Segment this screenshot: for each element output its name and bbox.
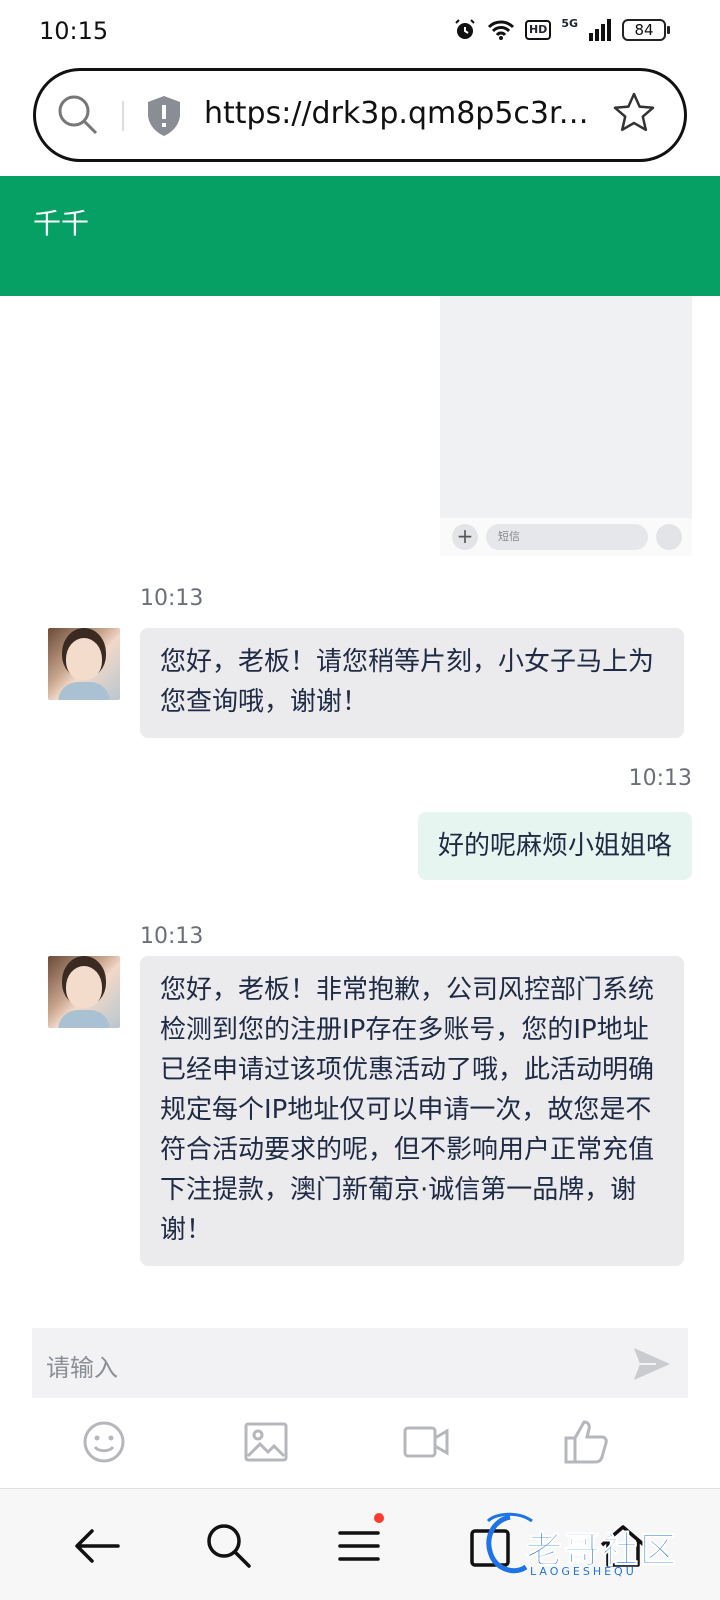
search-icon[interactable] xyxy=(202,1519,256,1573)
watermark-logo: 老哥社区 LAOGESHEQU xyxy=(486,1511,716,1581)
shared-screenshot-image[interactable]: + 短信 xyxy=(440,296,692,556)
watermark-subtext: LAOGESHEQU xyxy=(530,1565,637,1578)
message-bubble-incoming[interactable]: 您好，老板！请您稍等片刻，小女子马上为您查询哦，谢谢！ xyxy=(140,628,684,738)
chat-title: 千千 xyxy=(33,207,90,240)
message-timestamp: 10:13 xyxy=(140,924,204,949)
plus-icon: + xyxy=(452,524,478,550)
alarm-icon xyxy=(455,19,475,39)
video-icon[interactable] xyxy=(402,1418,450,1466)
bookmark-star-icon[interactable] xyxy=(612,91,656,135)
signal-icon xyxy=(589,19,611,41)
message-bubble-outgoing[interactable]: 好的呢麻烦小姐姐咯 xyxy=(417,812,692,880)
network-type: 5G xyxy=(561,16,578,30)
message-bubble-incoming[interactable]: 您好，老板！非常抱歉，公司风控部门系统检测到您的注册IP存在多账号，您的IP地址… xyxy=(140,956,684,1266)
message-timestamp: 10:13 xyxy=(628,766,692,791)
send-icon[interactable] xyxy=(632,1344,672,1384)
url-text[interactable]: https://drk3p.qm8p5c3r.x... xyxy=(204,96,594,131)
battery-indicator: 84 xyxy=(622,19,670,41)
send-icon xyxy=(656,524,682,550)
chat-messages[interactable]: + 短信 10:13 您好，老板！请您稍等片刻，小女子马上为您查询哦，谢谢！ 1… xyxy=(0,296,720,1326)
menu-icon xyxy=(338,1531,380,1561)
status-time: 10:15 xyxy=(39,17,109,45)
chat-header: 千千 xyxy=(0,176,720,296)
composer-toolbar xyxy=(0,1412,720,1476)
back-arrow-icon[interactable] xyxy=(70,1519,124,1573)
hd-badge: HD xyxy=(524,20,552,40)
notification-dot xyxy=(374,1513,384,1523)
status-bar: 10:15 HD 5G 84 xyxy=(0,0,720,62)
divider xyxy=(122,101,124,131)
message-input-placeholder[interactable]: 请输入 xyxy=(46,1348,118,1383)
search-icon[interactable] xyxy=(56,93,100,137)
system-icons: HD 5G 84 xyxy=(453,16,670,42)
emoji-icon[interactable] xyxy=(80,1418,128,1466)
browser-nav-bar: 老哥社区 LAOGESHEQU xyxy=(0,1488,720,1600)
wifi-icon xyxy=(487,20,515,40)
message-input[interactable]: 请输入 xyxy=(32,1328,688,1398)
message-timestamp: 10:13 xyxy=(140,586,204,611)
thumbs-up-icon[interactable] xyxy=(562,1418,610,1466)
avatar[interactable] xyxy=(48,628,120,700)
shield-icon[interactable] xyxy=(146,95,182,137)
screenshot-input-bar: + 短信 xyxy=(440,518,692,556)
avatar[interactable] xyxy=(48,956,120,1028)
screenshot-input-field: 短信 xyxy=(486,524,648,550)
menu-button[interactable] xyxy=(332,1513,386,1573)
image-icon[interactable] xyxy=(242,1418,290,1466)
address-bar[interactable]: https://drk3p.qm8p5c3r.x... xyxy=(33,68,687,162)
